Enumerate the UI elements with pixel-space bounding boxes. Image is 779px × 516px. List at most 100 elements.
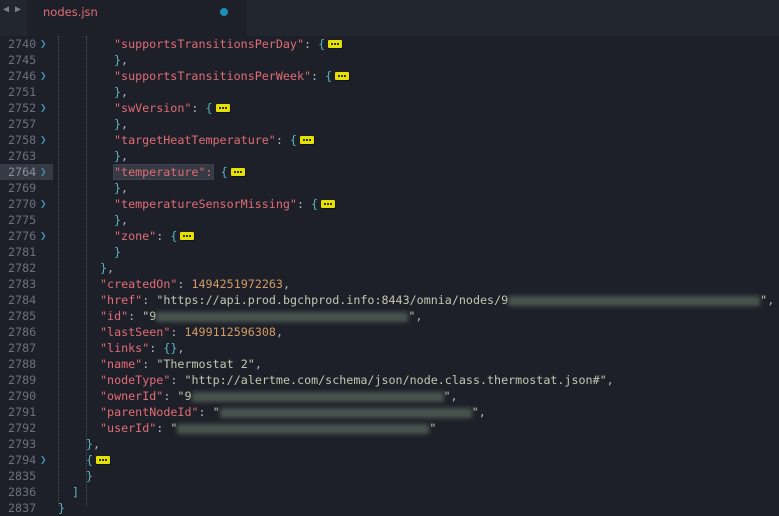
unsaved-dot-icon[interactable] (220, 8, 228, 16)
json-key: "userId" (100, 421, 157, 435)
line-content: }, (114, 84, 128, 100)
line-number: 2786 (8, 325, 37, 339)
folded-ellipsis-icon[interactable] (96, 455, 111, 464)
bracket: } (86, 469, 94, 483)
folded-ellipsis-icon[interactable] (335, 71, 350, 80)
punctuation: : (170, 325, 185, 339)
redacted-value (177, 423, 430, 434)
code-line: 2752 ❯ "swVersion": { (0, 100, 779, 116)
fold-arrow-icon[interactable]: ❯ (40, 228, 47, 244)
line-number: 2837 (8, 501, 37, 515)
punctuation: : (128, 309, 143, 323)
json-key: "zone" (114, 229, 157, 243)
json-string: "9 (142, 309, 157, 323)
line-content: "zone": { (114, 228, 195, 244)
json-string: "https://api.prod.bgchprod.info:8443/omn… (156, 293, 509, 307)
code-line: 2784 "href": "https://api.prod.bgchprod.i… (0, 292, 779, 308)
bracket: { (325, 69, 333, 83)
punctuation: , (121, 149, 129, 163)
redacted-value (156, 311, 409, 322)
tab-label: nodes.jsn (43, 5, 98, 19)
bracket: { (289, 133, 297, 147)
code-line: 2782}, (0, 260, 779, 276)
line-number: 2781 (8, 245, 37, 259)
punctuation: : (296, 197, 312, 211)
folded-ellipsis-icon[interactable] (180, 231, 195, 240)
bracket: { (318, 37, 326, 51)
line-content: "ownerId": "9 ", (100, 388, 458, 404)
punctuation: , (121, 117, 129, 131)
code-line: 2751}, (0, 84, 779, 100)
fold-arrow-icon[interactable]: ❯ (40, 100, 47, 116)
code-line: 2794 ❯ { (0, 452, 779, 468)
code-line: 2786 "lastSeen": 1499112596308, (0, 324, 779, 340)
tab-scroll-left-icon[interactable]: ◀ (3, 4, 9, 15)
fold-arrow-icon[interactable]: ❯ (40, 452, 47, 468)
folded-ellipsis-icon[interactable] (321, 199, 336, 208)
redacted-value (508, 295, 761, 306)
line-content: "swVersion": { (114, 100, 230, 116)
line-number: 2785 (8, 309, 37, 323)
folded-ellipsis-icon[interactable] (328, 39, 343, 48)
fold-arrow-icon[interactable]: ❯ (40, 36, 47, 52)
json-key: "supportsTransitionsPerDay" (114, 37, 304, 51)
json-key: "targetHeatTemperature" (114, 133, 276, 147)
tab-scroll-right-icon[interactable]: ▶ (15, 4, 21, 15)
json-key: "parentNodeId" (100, 405, 199, 419)
line-content: }, (114, 212, 128, 228)
code-line: 2789 "nodeType": "http://alertme.com/sche… (0, 372, 779, 388)
line-number: 2793 (8, 437, 37, 451)
line-content: "nodeType": "http://alertme.com/schema/j… (100, 372, 614, 388)
code-line: 2837} (0, 500, 779, 516)
code-line: 2792 "userId": " " (0, 420, 779, 436)
folded-ellipsis-icon[interactable] (299, 135, 314, 144)
bracket: } (114, 181, 122, 195)
redacted-value (219, 407, 472, 418)
selected-key: "temperature": (113, 164, 214, 180)
punctuation: , (121, 53, 129, 67)
line-content: "temperatureSensorMissing": { (114, 196, 336, 212)
json-number: 1494251972263 (191, 277, 283, 291)
bracket: } (114, 85, 122, 99)
json-key: "supportsTransitionsPerWeek" (114, 69, 312, 83)
punctuation: , (121, 213, 129, 227)
punctuation: : (275, 133, 290, 147)
json-key: "temperatureSensorMissing" (114, 197, 297, 211)
line-number: 2792 (8, 421, 37, 435)
punctuation: : (142, 293, 157, 307)
code-line: 2769}, (0, 180, 779, 196)
fold-arrow-icon[interactable]: ❯ (40, 196, 47, 212)
folded-ellipsis-icon[interactable] (215, 103, 230, 112)
line-number: 2783 (8, 277, 37, 291)
line-number: 2751 (8, 85, 37, 99)
bracket: { (220, 165, 228, 179)
code-line: 2781} (0, 244, 779, 260)
bracket: } (114, 213, 122, 227)
line-content: "name": "Thermostat 2", (100, 356, 262, 372)
json-string: "9 (177, 389, 192, 403)
fold-arrow-icon[interactable]: ❯ (40, 164, 47, 180)
line-content: }, (114, 180, 128, 196)
line-content: }, (100, 260, 114, 276)
line-content: } (114, 244, 121, 260)
json-key: "createdOn" (100, 277, 178, 291)
bracket: } (58, 501, 66, 515)
fold-arrow-icon[interactable]: ❯ (40, 132, 47, 148)
line-number: 2752 (8, 101, 37, 115)
json-key: "links" (100, 341, 150, 355)
json-string: "http://alertme.com/schema/json/node.cla… (184, 373, 607, 387)
line-number: 2787 (8, 341, 37, 355)
code-line: 2758 ❯ "targetHeatTemperature": { (0, 132, 779, 148)
punctuation: , (121, 181, 129, 195)
folded-ellipsis-icon[interactable] (230, 167, 245, 176)
punctuation (214, 165, 221, 179)
tab-nodes-json[interactable]: nodes.jsn (27, 0, 247, 36)
tab-bar: ◀ ▶ nodes.jsn (0, 0, 779, 36)
line-content: }, (86, 436, 100, 452)
fold-arrow-icon[interactable]: ❯ (40, 68, 47, 84)
bracket: } (114, 245, 122, 259)
line-number: 2835 (8, 469, 37, 483)
line-content: }, (114, 52, 128, 68)
code-editor[interactable]: 2740 ❯ "supportsTransitionsPerDay": {2745}… (0, 36, 779, 515)
code-line: 2793}, (0, 436, 779, 452)
